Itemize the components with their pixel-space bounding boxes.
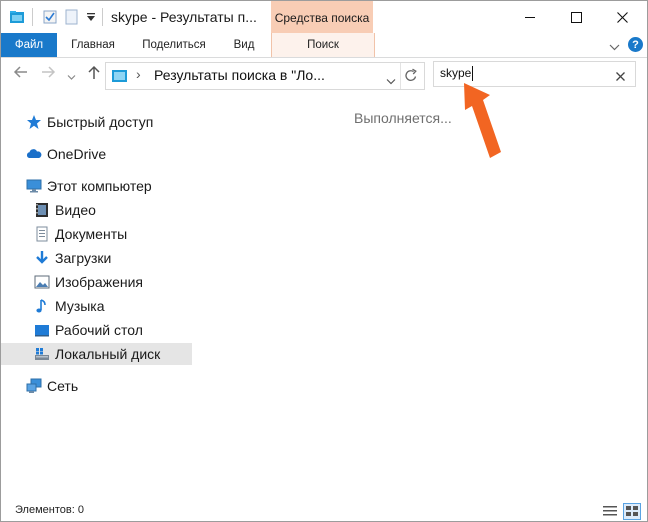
explorer-window: skype - Результаты п... Средства поиска … [0, 0, 648, 522]
close-icon [616, 72, 625, 81]
recent-locations-button[interactable] [67, 68, 76, 85]
up-arrow-icon [88, 65, 100, 79]
address-dropdown-button[interactable] [386, 72, 396, 90]
folder-app-icon [9, 9, 25, 25]
video-icon [34, 202, 50, 218]
sidebar-item-label: Этот компьютер [47, 178, 152, 194]
minimize-icon [525, 16, 535, 18]
search-tools-tab-group: Средства поиска [271, 1, 373, 35]
star-icon [26, 114, 42, 130]
sidebar-item-music[interactable]: Музыка [1, 295, 192, 317]
sidebar-item-this-pc[interactable]: Этот компьютер [1, 175, 184, 197]
cloud-icon [26, 146, 42, 162]
chevron-down-icon [386, 79, 396, 85]
document-icon [34, 226, 50, 242]
breadcrumb-separator: › [136, 66, 141, 82]
navigation-pane: Быстрый доступ OneDrive Этот компьютер В… [1, 101, 192, 496]
forward-button[interactable] [41, 65, 56, 83]
download-icon [34, 250, 50, 266]
chevron-down-icon [67, 75, 76, 80]
tab-home[interactable]: Главная [61, 33, 125, 57]
window-title: skype - Результаты п... [111, 9, 257, 25]
details-view-button[interactable] [602, 504, 618, 521]
sidebar-item-label: Загрузки [55, 250, 112, 266]
tab-file[interactable]: Файл [1, 33, 57, 57]
sidebar-item-label: Документы [55, 226, 128, 242]
items-count: Элементов: 0 [15, 504, 84, 516]
breadcrumb-path[interactable]: Результаты поиска в "Ло... [154, 67, 325, 83]
search-results-location-icon [111, 67, 128, 89]
image-icon [34, 274, 50, 290]
address-bar[interactable]: › Результаты поиска в "Ло... [105, 62, 425, 90]
close-icon [616, 11, 628, 23]
refresh-button[interactable] [404, 68, 418, 88]
sidebar-item-onedrive[interactable]: OneDrive [1, 143, 184, 165]
sidebar-item-label: Сеть [47, 378, 79, 394]
large-icons-view-icon [626, 506, 638, 516]
tab-view[interactable]: Вид [223, 33, 265, 57]
up-button[interactable] [87, 64, 101, 84]
annotation-arrow [464, 83, 501, 158]
new-folder-icon[interactable] [64, 9, 80, 25]
status-bar: Элементов: 0 [1, 501, 647, 521]
sidebar-item-desktop[interactable]: Рабочий стол [1, 319, 192, 341]
desktop-icon [34, 322, 50, 338]
sidebar-item-label: Изображения [55, 274, 143, 290]
back-button[interactable] [13, 65, 28, 83]
sidebar-item-downloads[interactable]: Загрузки [1, 247, 192, 269]
search-query-text: skype [440, 66, 472, 80]
large-icons-view-button[interactable] [623, 503, 641, 520]
computer-icon [26, 178, 42, 194]
tab-share[interactable]: Поделиться [133, 33, 215, 57]
back-arrow-icon [13, 66, 27, 78]
forward-arrow-icon [42, 66, 56, 78]
customize-toolbar-icon[interactable] [86, 9, 96, 25]
minimize-button[interactable] [507, 1, 553, 33]
close-button[interactable] [599, 1, 645, 33]
tab-search[interactable]: Поиск [271, 33, 375, 57]
sidebar-item-label: Рабочий стол [55, 322, 143, 338]
expand-ribbon-icon[interactable] [609, 39, 620, 57]
properties-icon[interactable] [42, 9, 58, 25]
search-progress-status: Выполняется... [354, 110, 452, 126]
refresh-icon [405, 68, 417, 81]
sidebar-item-pictures[interactable]: Изображения [1, 271, 192, 293]
sidebar-item-network[interactable]: Сеть [1, 375, 184, 397]
sidebar-item-local-disk[interactable]: Локальный диск [1, 343, 192, 365]
clear-search-button[interactable] [616, 68, 625, 86]
sidebar-item-label: OneDrive [47, 146, 107, 162]
network-icon [26, 378, 42, 394]
maximize-button[interactable] [553, 1, 599, 33]
drive-icon [34, 346, 50, 362]
sidebar-item-videos[interactable]: Видео [1, 199, 192, 221]
sidebar-item-quick-access[interactable]: Быстрый доступ [1, 111, 184, 133]
sidebar-item-label: Быстрый доступ [47, 114, 154, 130]
sidebar-item-documents[interactable]: Документы [1, 223, 192, 245]
maximize-icon [570, 11, 582, 23]
sidebar-item-label: Видео [55, 202, 96, 218]
music-icon [34, 298, 50, 314]
ribbon-tabs: Файл Главная Поделиться Вид Поиск [1, 33, 647, 58]
sidebar-item-label: Музыка [55, 298, 105, 314]
title-bar: skype - Результаты п... Средства поиска [1, 1, 647, 35]
sidebar-item-label: Локальный диск [55, 346, 161, 362]
help-icon[interactable]: ? [628, 37, 643, 52]
details-view-icon [603, 506, 617, 516]
